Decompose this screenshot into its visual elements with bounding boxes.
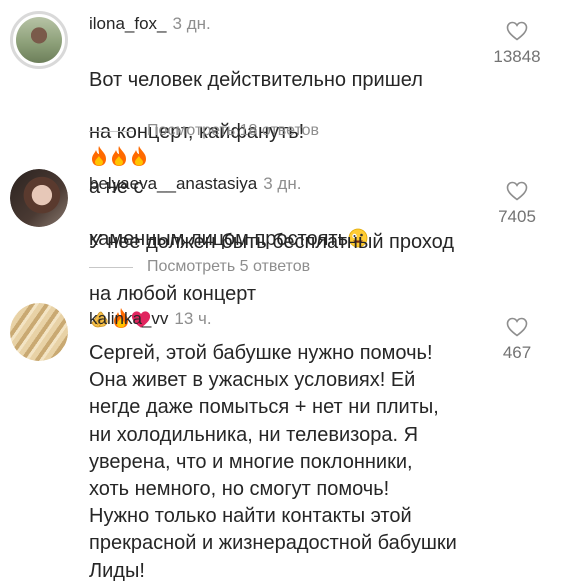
comment-meta: kalinka_vv 13 ч.	[89, 309, 212, 329]
like-area: 13848	[482, 21, 552, 67]
comment-username[interactable]: kalinka_vv	[89, 309, 168, 328]
comment-time: 13 ч.	[174, 309, 212, 328]
replies-label: Посмотреть 5 ответов	[147, 258, 311, 275]
heart-outline-icon[interactable]	[482, 317, 552, 337]
like-count: 13848	[493, 47, 541, 66]
comment-2: belyaeva__anastasiya 3 дн. У нее должен б…	[0, 150, 571, 328]
comment-meta: ilona_fox_ 3 дн.	[89, 14, 211, 34]
avatar[interactable]	[10, 169, 68, 227]
heart-outline-icon[interactable]	[482, 181, 552, 201]
comment-text-line: У нее должен быть бесплатный проход	[89, 231, 455, 253]
like-count: 467	[502, 343, 532, 362]
comment-username[interactable]: belyaeva__anastasiya	[89, 174, 257, 193]
comment-3: kalinka_vv 13 ч. Сергей, этой бабушке нуж…	[0, 285, 571, 582]
view-replies-button[interactable]: Посмотреть 18 ответов	[89, 122, 319, 140]
blonde-braid-avatar	[10, 303, 68, 361]
replies-label: Посмотреть 18 ответов	[147, 122, 319, 139]
like-area: 467	[482, 317, 552, 363]
woman-portrait-avatar	[10, 169, 68, 227]
heart-outline-icon[interactable]	[482, 21, 552, 41]
view-replies-button[interactable]: Посмотреть 5 ответов	[89, 258, 310, 276]
comment-time: 3 дн.	[172, 14, 211, 33]
replies-divider	[89, 266, 133, 268]
avatar[interactable]	[10, 303, 68, 361]
woman-in-field-avatar	[16, 17, 62, 63]
comment-1: ilona_fox_ 3 дн. Вот человек действительн…	[0, 0, 571, 250]
avatar[interactable]	[10, 11, 68, 69]
comment-username[interactable]: ilona_fox_	[89, 14, 167, 33]
comment-meta: belyaeva__anastasiya 3 дн.	[89, 174, 301, 194]
comment-time: 3 дн.	[263, 174, 302, 193]
comment-text: Сергей, этой бабушке нужно помочь! Она ж…	[89, 342, 457, 582]
like-area: 7405	[482, 181, 552, 227]
replies-divider	[89, 130, 133, 132]
comment-text-line: Вот человек действительно пришел	[89, 69, 423, 91]
like-count: 7405	[498, 207, 536, 226]
